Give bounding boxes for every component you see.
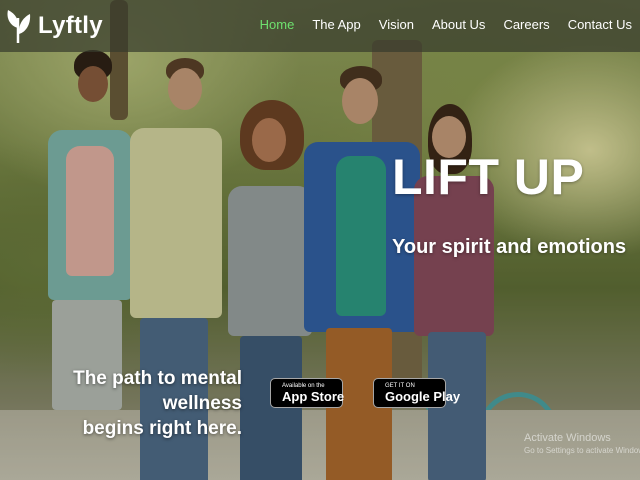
nav-contact-us[interactable]: Contact Us <box>568 17 632 32</box>
nav-home[interactable]: Home <box>260 17 295 32</box>
hero-tagline: The path to mental wellness begins right… <box>30 366 242 441</box>
hero-title: LIFT UP <box>392 149 585 205</box>
brand-name: Lyftly <box>38 12 103 39</box>
top-navbar: Lyftly Home The App Vision About Us Care… <box>0 0 640 52</box>
hero-subtitle: Your spirit and emotions <box>392 236 627 258</box>
brand-logo[interactable]: Lyftly <box>6 8 103 44</box>
google-play-button[interactable]: GET IT ON Google Play <box>373 378 460 408</box>
watermark-title: Activate Windows <box>524 432 611 444</box>
nav-about-us[interactable]: About Us <box>432 17 485 32</box>
main-nav: Home The App Vision About Us Careers Con… <box>260 17 640 32</box>
nav-careers[interactable]: Careers <box>503 17 549 32</box>
nav-vision[interactable]: Vision <box>379 17 414 32</box>
app-store-label: App Store <box>282 389 345 404</box>
google-play-label: Google Play <box>385 389 461 404</box>
activate-windows-watermark: Activate Windows Go to Settings to activ… <box>524 432 640 455</box>
leaf-icon <box>7 10 31 44</box>
app-store-button[interactable]: Available on the App Store <box>270 378 345 408</box>
tagline-line-2: begins right here. <box>82 418 242 439</box>
tagline-line-1: The path to mental wellness <box>73 368 242 414</box>
nav-the-app[interactable]: The App <box>312 17 360 32</box>
watermark-subtitle: Go to Settings to activate Windows. <box>524 446 640 455</box>
